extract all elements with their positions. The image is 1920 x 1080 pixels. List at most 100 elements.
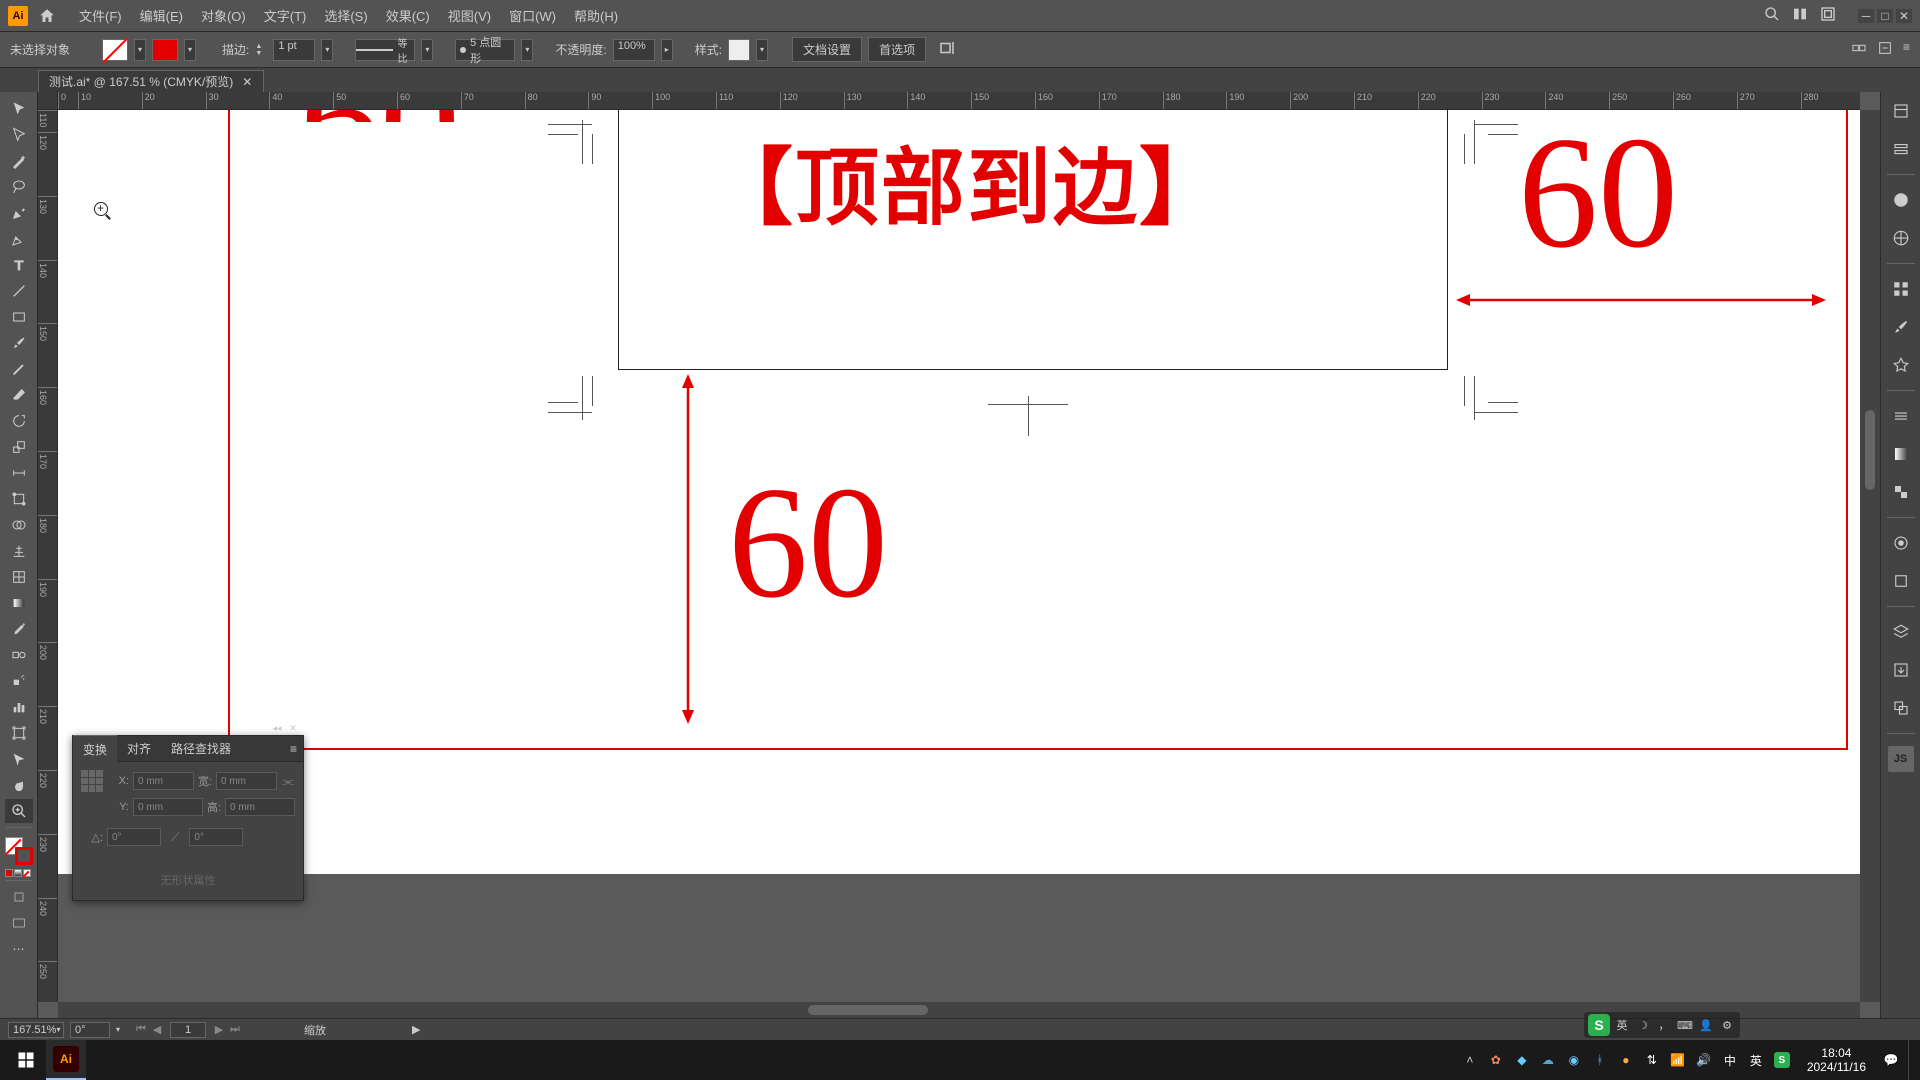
panel-transparency-icon[interactable] <box>1888 479 1914 505</box>
panel-color-guide-icon[interactable] <box>1888 225 1914 251</box>
panel-menu-icon[interactable]: ≡ <box>1903 40 1910 59</box>
eraser-tool[interactable] <box>5 383 33 407</box>
artboard-nav-last-icon[interactable]: ⏭ <box>228 1022 242 1038</box>
width-input[interactable]: 0 mm <box>216 772 277 790</box>
artboard-nav-first-icon[interactable]: ⏮ <box>134 1022 148 1038</box>
rotation-dropdown-icon[interactable]: ▾ <box>116 1025 128 1034</box>
menu-view[interactable]: 视图(V) <box>439 2 500 29</box>
magic-wand-tool[interactable] <box>5 149 33 173</box>
ime-moon-icon[interactable]: ☽ <box>1634 1016 1652 1034</box>
document-tab[interactable]: 测试.ai* @ 167.51 % (CMYK/预览) ✕ <box>38 70 264 92</box>
tray-ime-zh-icon[interactable]: 中 <box>1721 1051 1739 1069</box>
artboard-number-input[interactable]: 1 <box>170 1022 206 1038</box>
symbol-sprayer-tool[interactable] <box>5 669 33 693</box>
tray-sogou-icon[interactable]: S <box>1773 1051 1791 1069</box>
constrain-link-icon[interactable]: ⫘ <box>281 774 295 789</box>
tray-wifi-icon[interactable]: 📶 <box>1669 1051 1687 1069</box>
type-tool[interactable] <box>5 253 33 277</box>
direct-selection-tool[interactable] <box>5 123 33 147</box>
panel-js-icon[interactable]: JS <box>1888 746 1914 772</box>
document-setup-button[interactable]: 文档设置 <box>792 37 862 62</box>
panel-gradient-icon[interactable] <box>1888 441 1914 467</box>
tray-notifications-icon[interactable]: 💬 <box>1882 1051 1900 1069</box>
panel-symbols-icon[interactable] <box>1888 352 1914 378</box>
lasso-tool[interactable] <box>5 175 33 199</box>
pen-tool[interactable] <box>5 201 33 225</box>
perspective-grid-tool[interactable] <box>5 539 33 563</box>
column-graph-tool[interactable] <box>5 695 33 719</box>
x-input[interactable]: 0 mm <box>133 772 194 790</box>
rotation-input[interactable]: 0° <box>70 1022 110 1038</box>
scale-tool[interactable] <box>5 435 33 459</box>
tray-up-icon[interactable]: ˄ <box>1461 1051 1479 1069</box>
ime-settings-icon[interactable]: ⚙ <box>1718 1016 1736 1034</box>
menu-file[interactable]: 文件(F) <box>70 2 131 29</box>
ruler-vertical[interactable]: 110 120 130 140 150 160 170 180 190 200 … <box>38 110 58 1002</box>
menu-help[interactable]: 帮助(H) <box>565 2 627 29</box>
color-mode-icons[interactable] <box>5 869 33 877</box>
ime-user-icon[interactable]: 👤 <box>1697 1016 1715 1034</box>
gradient-tool[interactable] <box>5 591 33 615</box>
panel-swatches-icon[interactable] <box>1888 276 1914 302</box>
rotate-tool[interactable] <box>5 409 33 433</box>
opacity-arrow-icon[interactable]: ▸ <box>661 39 673 61</box>
tray-app4-icon[interactable]: ● <box>1617 1051 1635 1069</box>
panel-layers-icon[interactable] <box>1888 619 1914 645</box>
pencil-tool[interactable] <box>5 357 33 381</box>
transform-panel-icon[interactable] <box>1851 40 1867 59</box>
tray-volume-icon[interactable]: 🔊 <box>1695 1051 1713 1069</box>
tray-network-icon[interactable]: ⇅ <box>1643 1051 1661 1069</box>
y-input[interactable]: 0 mm <box>133 798 203 816</box>
search-icon[interactable] <box>1764 6 1780 25</box>
line-tool[interactable] <box>5 279 33 303</box>
window-close-icon[interactable]: ✕ <box>1896 9 1912 23</box>
opacity-input[interactable]: 100% <box>613 39 655 61</box>
ime-lang-indicator[interactable]: 英 <box>1613 1016 1631 1034</box>
fill-swatch[interactable] <box>102 39 128 61</box>
height-input[interactable]: 0 mm <box>225 798 295 816</box>
canvas-area[interactable]: 0 10 20 30 40 50 60 70 80 90 100 110 120… <box>38 92 1880 1018</box>
tray-ime-en-icon[interactable]: 英 <box>1747 1051 1765 1069</box>
shape-builder-tool[interactable] <box>5 513 33 537</box>
stroke-profile-dropdown-icon[interactable]: ▾ <box>421 39 433 61</box>
paintbrush-tool[interactable] <box>5 331 33 355</box>
ime-logo-icon[interactable]: S <box>1588 1014 1610 1036</box>
panel-menu-icon[interactable]: ≡ <box>290 742 297 756</box>
panel-appearance-icon[interactable] <box>1888 530 1914 556</box>
stroke-weight-dropdown-icon[interactable]: ▾ <box>321 39 333 61</box>
brush-input[interactable]: 5 点圆形 <box>455 39 515 61</box>
blend-tool[interactable] <box>5 643 33 667</box>
tray-app1-icon[interactable]: ✿ <box>1487 1051 1505 1069</box>
reference-point-selector[interactable] <box>81 770 103 792</box>
menu-object[interactable]: 对象(O) <box>192 2 255 29</box>
tray-app3-icon[interactable]: ◉ <box>1565 1051 1583 1069</box>
free-transform-tool[interactable] <box>5 487 33 511</box>
arrange-icon[interactable] <box>1792 6 1808 25</box>
ruler-horizontal[interactable]: 0 10 20 30 40 50 60 70 80 90 100 110 120… <box>58 92 1860 110</box>
app-logo-icon[interactable]: Ai <box>8 6 28 26</box>
width-tool[interactable] <box>5 461 33 485</box>
start-button[interactable] <box>6 1040 46 1080</box>
stroke-weight-input[interactable]: 1 pt <box>273 39 315 61</box>
artboard-tool[interactable] <box>5 721 33 745</box>
window-minimize-icon[interactable]: ─ <box>1858 9 1874 23</box>
rectangle-tool[interactable] <box>5 305 33 329</box>
stepper-icon[interactable]: ▲▼ <box>255 43 267 57</box>
selection-tool[interactable] <box>5 97 33 121</box>
shear-input[interactable]: 0° <box>189 828 243 846</box>
stroke-profile-input[interactable]: 等比 <box>355 39 415 61</box>
canvas[interactable]: 外形自定义编辑： 【顶部到边】 <box>58 110 1860 1002</box>
artboard-nav-next-icon[interactable]: ▶ <box>212 1022 226 1038</box>
transform-panel[interactable]: ◂◂ ✕ 变换 对齐 路径查找器 ≡ X: 0 mm 宽: 0 mm ⫘ Y: <box>72 735 304 901</box>
tray-app2-icon[interactable]: ◆ <box>1513 1051 1531 1069</box>
stroke-dropdown-icon[interactable]: ▾ <box>184 39 196 61</box>
tab-align[interactable]: 对齐 <box>117 735 161 762</box>
preferences-button[interactable]: 首选项 <box>868 37 926 62</box>
mesh-tool[interactable] <box>5 565 33 589</box>
panel-color-icon[interactable] <box>1888 187 1914 213</box>
status-play-icon[interactable]: ▶ <box>412 1023 420 1036</box>
tab-pathfinder[interactable]: 路径查找器 <box>161 735 241 762</box>
menu-window[interactable]: 窗口(W) <box>500 2 565 29</box>
scrollbar-vertical[interactable] <box>1860 110 1880 1002</box>
stroke-swatch[interactable] <box>152 39 178 61</box>
